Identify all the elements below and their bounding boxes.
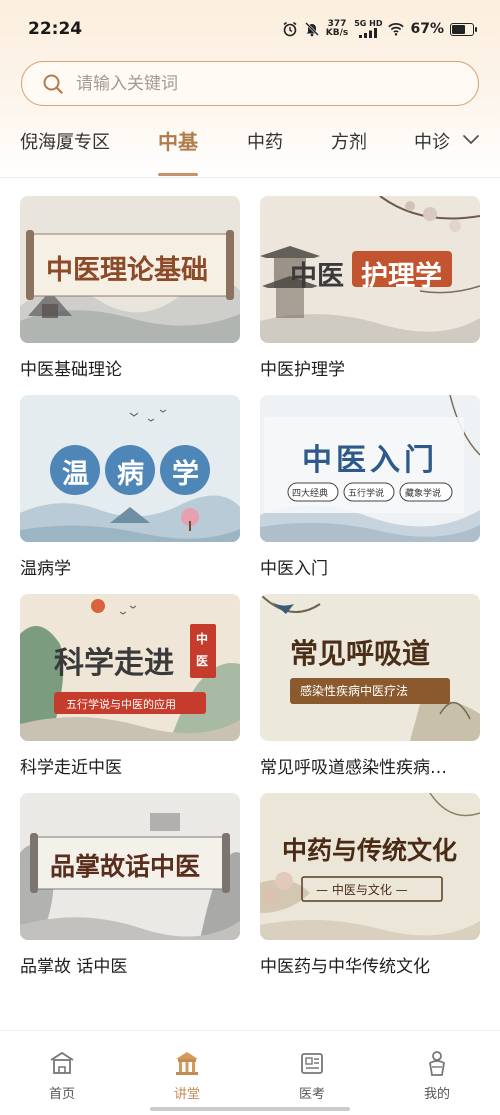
course-thumbnail: 温 病 学 — [20, 395, 240, 542]
course-title: 常见呼吸道感染性疾病… — [260, 758, 447, 778]
nav-lecture[interactable]: 讲堂 — [147, 1049, 227, 1102]
thumbnail-title: 常见呼吸道 — [290, 637, 431, 670]
thumbnail-title-highlight: 护理学 — [361, 261, 442, 292]
chevron-down-icon[interactable] — [462, 132, 480, 146]
nav-label: 首页 — [48, 1087, 75, 1102]
course-thumbnail: 科学走进 中医 五行学说与中医的应用 — [20, 594, 240, 741]
nav-profile[interactable]: 我的 — [397, 1049, 477, 1102]
tab-zhongji[interactable]: 中基 — [158, 126, 198, 155]
thumbnail-seal: 中医 — [196, 632, 209, 668]
category-tabs: 倪海厦专区 中基 中药 方剂 中诊 — [0, 118, 500, 178]
network-speed-unit: KB/s — [325, 28, 349, 38]
course-card[interactable]: 中医 护理学 中医护理学 — [260, 196, 480, 380]
thumbnail-char: 病 — [117, 459, 144, 490]
battery-fill — [452, 24, 465, 34]
tab-zhongyao[interactable]: 中药 — [247, 128, 283, 154]
lecture-hall-icon — [176, 1052, 198, 1075]
thumbnail-char: 温 — [62, 459, 89, 490]
status-icons: 377 KB/s 5G HD 67% — [282, 18, 477, 40]
course-title: 温病学 — [20, 559, 71, 579]
thumbnail-title: 中医理论基础 — [46, 255, 208, 286]
course-thumbnail: 中医理论基础 — [20, 196, 240, 343]
course-thumbnail: 品掌故话中医 — [20, 793, 240, 940]
nav-exam[interactable]: 医考 — [272, 1049, 352, 1102]
tabs-divider — [0, 177, 500, 178]
search-icon — [43, 74, 63, 94]
course-title: 中医护理学 — [260, 360, 345, 380]
course-card[interactable]: 中药与传统文化 — 中医与文化 — 中医药与中华传统文化 — [260, 793, 480, 977]
thumbnail-tag: 四大经典 — [292, 489, 329, 499]
thumbnail-title: 中药与传统文化 — [282, 836, 458, 865]
thumbnail-subtitle: 感染性疾病中医疗法 — [300, 684, 409, 698]
network-type: 5G HD — [354, 19, 383, 28]
course-card[interactable]: 常见呼吸道 感染性疾病中医疗法 常见呼吸道感染性疾病… — [260, 594, 480, 778]
course-title: 品掌故 话中医 — [20, 957, 128, 977]
home-indicator[interactable] — [150, 1107, 350, 1111]
nav-label: 医考 — [298, 1087, 325, 1102]
mute-icon — [304, 21, 320, 37]
thumbnail-tag: 藏象学说 — [405, 489, 442, 499]
course-title: 科学走近中医 — [20, 758, 122, 778]
thumbnail-char: 学 — [172, 459, 199, 490]
battery-percent: 67% — [410, 21, 444, 37]
exam-icon — [301, 1053, 323, 1074]
thumbnail-title: 科学走进 — [54, 646, 174, 681]
profile-icon — [429, 1051, 445, 1076]
search-bar[interactable] — [21, 61, 479, 106]
course-title: 中医入门 — [260, 559, 328, 579]
tab-nihaixia[interactable]: 倪海厦专区 — [20, 128, 110, 154]
course-card[interactable]: 品掌故话中医 品掌故 话中医 — [20, 793, 240, 977]
thumbnail-subtitle: — 中医与文化 — — [316, 883, 408, 897]
battery-icon — [450, 22, 477, 36]
nav-label: 讲堂 — [173, 1087, 200, 1102]
home-icon — [50, 1051, 74, 1074]
course-thumbnail: 中医 护理学 — [260, 196, 480, 343]
nav-label: 我的 — [423, 1087, 450, 1102]
active-tab-indicator — [158, 173, 198, 176]
course-thumbnail: 中药与传统文化 — 中医与文化 — — [260, 793, 480, 940]
nav-home[interactable]: 首页 — [22, 1049, 102, 1102]
search-input[interactable] — [76, 73, 436, 94]
course-thumbnail: 常见呼吸道 感染性疾病中医疗法 — [260, 594, 480, 741]
thumbnail-title: 品掌故话中医 — [50, 852, 201, 881]
thumbnail-title: 中医入门 — [302, 443, 438, 478]
status-time: 22:24 — [28, 19, 83, 39]
thumbnail-subtitle: 五行学说与中医的应用 — [66, 698, 176, 711]
alarm-icon — [282, 21, 298, 37]
network-speed: 377 KB/s — [326, 20, 348, 38]
course-thumbnail: 中医入门 四大经典 五行学说 藏象学说 — [260, 395, 480, 542]
course-title: 中医药与中华传统文化 — [260, 957, 430, 977]
signal-icon — [359, 28, 378, 38]
bottom-navigation: 首页 讲堂 医考 我的 — [0, 1030, 500, 1115]
status-bar: 22:24 377 KB/s 5G HD 67% — [0, 0, 500, 58]
wifi-icon — [388, 21, 405, 37]
thumbnail-title-part: 中医 — [290, 261, 344, 292]
tab-fangji[interactable]: 方剂 — [331, 128, 367, 154]
thumbnail-tag: 五行学说 — [348, 489, 385, 499]
course-card[interactable]: 中医理论基础 中医基础理论 — [20, 196, 240, 380]
signal-group: 5G HD — [354, 20, 382, 38]
course-card[interactable]: 中医入门 四大经典 五行学说 藏象学说 中医入门 — [260, 395, 480, 579]
course-card[interactable]: 温 病 学 温病学 — [20, 395, 240, 579]
course-title: 中医基础理论 — [20, 360, 122, 380]
course-card[interactable]: 科学走进 中医 五行学说与中医的应用 科学走近中医 — [20, 594, 240, 778]
tab-zhongzhen[interactable]: 中诊 — [414, 128, 450, 154]
